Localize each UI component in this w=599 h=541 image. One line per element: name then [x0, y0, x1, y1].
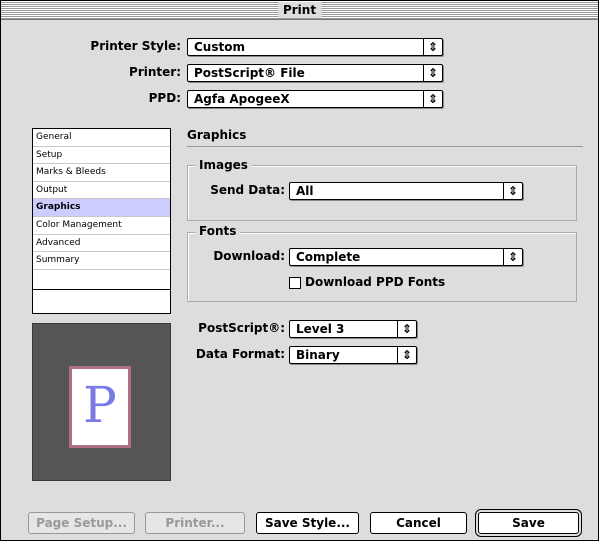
ppd-label: PPD:: [148, 91, 181, 105]
sidebar-item-color-management[interactable]: Color Management: [33, 217, 170, 235]
save-style-button[interactable]: Save Style...: [256, 512, 359, 534]
data-format-popup[interactable]: Binary ⇕: [289, 346, 417, 364]
ppd-value: Agfa ApogeeX: [194, 92, 290, 106]
postscript-value: Level 3: [296, 322, 345, 336]
preview-letter: P: [83, 376, 117, 434]
download-label: Download:: [213, 249, 285, 263]
cancel-button[interactable]: Cancel: [370, 512, 467, 534]
window-title: Print: [277, 2, 322, 18]
postscript-label: PostScript®:: [198, 321, 285, 335]
category-list-items: General Setup Marks & Bleeds Output Grap…: [33, 129, 170, 290]
printer-value: PostScript® File: [194, 66, 305, 80]
panel-title-divider: [187, 146, 583, 147]
send-data-popup[interactable]: All ⇕: [289, 182, 523, 200]
images-group-title: Images: [195, 158, 252, 172]
download-value: Complete: [296, 250, 361, 264]
download-ppd-fonts-checkbox[interactable]: [289, 277, 301, 289]
sidebar-item-summary[interactable]: Summary: [33, 252, 170, 270]
printer-style-popup[interactable]: Custom ⇕: [187, 38, 443, 56]
save-button[interactable]: Save: [478, 512, 579, 534]
sidebar-item-advanced[interactable]: Advanced: [33, 235, 170, 253]
popup-arrows-icon: ⇕: [503, 183, 522, 199]
popup-arrows-icon: ⇕: [423, 91, 442, 107]
page-preview: P: [32, 323, 171, 481]
print-dialog: Print Printer Style: Custom ⇕ Printer: P…: [0, 0, 599, 541]
download-popup[interactable]: Complete ⇕: [289, 248, 523, 266]
popup-arrows-icon: ⇕: [397, 347, 416, 363]
sidebar-item-graphics[interactable]: Graphics: [33, 199, 170, 217]
panel-title: Graphics: [187, 128, 247, 142]
popup-arrows-icon: ⇕: [423, 65, 442, 81]
page-setup-button[interactable]: Page Setup...: [28, 512, 135, 534]
ppd-popup[interactable]: Agfa ApogeeX ⇕: [187, 90, 443, 108]
data-format-value: Binary: [296, 348, 340, 362]
sidebar-item-setup[interactable]: Setup: [33, 147, 170, 165]
printer-label: Printer:: [129, 65, 181, 79]
popup-arrows-icon: ⇕: [423, 39, 442, 55]
download-ppd-fonts-label[interactable]: Download PPD Fonts: [305, 273, 445, 291]
popup-arrows-icon: ⇕: [503, 249, 522, 265]
preview-page: P: [69, 366, 131, 448]
popup-arrows-icon: ⇕: [397, 321, 416, 337]
send-data-label: Send Data:: [210, 183, 285, 197]
sidebar-item-output[interactable]: Output: [33, 182, 170, 200]
sidebar-item-general[interactable]: General: [33, 129, 170, 147]
sidebar-item-marks-bleeds[interactable]: Marks & Bleeds: [33, 164, 170, 182]
category-list[interactable]: General Setup Marks & Bleeds Output Grap…: [32, 128, 171, 314]
postscript-popup[interactable]: Level 3 ⇕: [289, 320, 417, 338]
printer-style-value: Custom: [194, 40, 245, 54]
fonts-group-title: Fonts: [195, 224, 241, 238]
title-bar[interactable]: Print: [1, 1, 598, 20]
fonts-group: [187, 232, 577, 302]
printer-popup[interactable]: PostScript® File ⇕: [187, 64, 443, 82]
send-data-value: All: [296, 184, 314, 198]
printer-button[interactable]: Printer...: [145, 512, 245, 534]
data-format-label: Data Format:: [195, 347, 285, 361]
printer-style-label: Printer Style:: [90, 39, 181, 53]
